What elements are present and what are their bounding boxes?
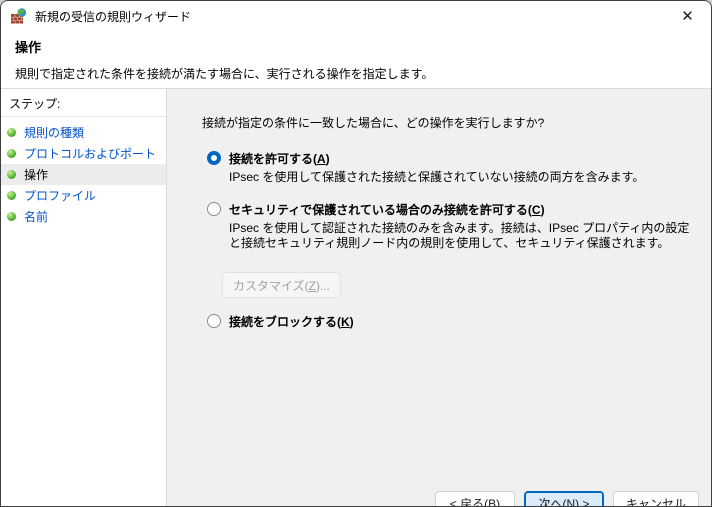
access-key: A — [317, 152, 326, 166]
access-key: K — [341, 315, 350, 329]
wizard-footer: < 戻る(B) 次へ(N) > キャンセル — [435, 491, 699, 507]
label-text: カスタマイズ( — [233, 279, 309, 293]
back-button[interactable]: < 戻る(B) — [435, 491, 515, 507]
label-text: ) — [326, 152, 330, 166]
step-label: 操作 — [24, 166, 48, 183]
step-bullet-icon — [7, 149, 16, 158]
label-text: < 戻る( — [450, 497, 488, 507]
question-text: 接続が指定の条件に一致した場合に、どの操作を実行しますか? — [202, 114, 691, 131]
label-text: 接続を許可する( — [229, 152, 317, 166]
option-label[interactable]: 接続をブロックする(K) — [229, 313, 354, 330]
label-text: ) > — [575, 497, 589, 507]
access-key: Z — [309, 279, 316, 293]
steps-sidebar: ステップ: 規則の種類 プロトコルおよびポート 操作 プロファイル — [1, 89, 167, 506]
step-label: 規則の種類 — [24, 124, 84, 141]
firewall-icon — [11, 8, 27, 24]
step-bullet-icon — [7, 191, 16, 200]
sidebar-item-protocol-and-ports[interactable]: プロトコルおよびポート — [1, 143, 166, 164]
sidebar-item-rule-type[interactable]: 規則の種類 — [1, 122, 166, 143]
label-text: 次へ( — [538, 497, 566, 507]
customize-button[interactable]: カスタマイズ(Z)... — [222, 272, 341, 298]
step-bullet-icon — [7, 170, 16, 179]
label-text: セキュリティで保護されている場合のみ接続を許可する( — [229, 203, 532, 217]
radio-block-connection[interactable] — [207, 314, 221, 328]
option-label[interactable]: セキュリティで保護されている場合のみ接続を許可する(C) — [229, 201, 691, 218]
sidebar-item-name[interactable]: 名前 — [1, 206, 166, 227]
option-block-connection: 接続をブロックする(K) — [207, 313, 691, 330]
step-label: プロファイル — [24, 187, 96, 204]
page-title: 操作 — [15, 37, 697, 56]
label-text: キャンセル — [626, 497, 686, 507]
access-key: B — [488, 497, 496, 507]
option-label[interactable]: 接続を許可する(A) — [229, 150, 644, 167]
step-label: プロトコルおよびポート — [24, 145, 156, 162]
access-key: N — [566, 497, 575, 507]
cancel-button[interactable]: キャンセル — [613, 491, 699, 507]
step-bullet-icon — [7, 128, 16, 137]
radio-allow-connection[interactable] — [207, 151, 221, 165]
label-text: ) — [541, 203, 545, 217]
label-text: )... — [316, 279, 330, 293]
titlebar: 新規の受信の規則ウィザード ✕ — [1, 1, 711, 31]
sidebar-item-action[interactable]: 操作 — [1, 164, 166, 185]
option-texts: 接続を許可する(A) IPsec を使用して保護された接続と保護されていない接続… — [229, 150, 644, 185]
step-label: 名前 — [24, 208, 48, 225]
page-header: 操作 規則で指定された条件を接続が満たす場合に、実行される操作を指定します。 — [1, 31, 711, 89]
access-key: C — [532, 203, 541, 217]
wizard-window: 新規の受信の規則ウィザード ✕ 操作 規則で指定された条件を接続が満たす場合に、… — [0, 0, 712, 507]
steps-list: 規則の種類 プロトコルおよびポート 操作 プロファイル 名前 — [1, 122, 166, 227]
option-description: IPsec を使用して保護された接続と保護されていない接続の両方を含みます。 — [229, 170, 644, 185]
next-button[interactable]: 次へ(N) > — [524, 491, 604, 507]
sidebar-item-profile[interactable]: プロファイル — [1, 185, 166, 206]
step-bullet-icon — [7, 212, 16, 221]
page-description: 規則で指定された条件を接続が満たす場合に、実行される操作を指定します。 — [15, 65, 697, 82]
window-title: 新規の受信の規則ウィザード — [35, 8, 191, 25]
label-text: ) — [350, 315, 354, 329]
label-text: 接続をブロックする( — [229, 315, 341, 329]
action-page-content: 接続が指定の条件に一致した場合に、どの操作を実行しますか? 接続を許可する(A)… — [167, 89, 711, 506]
option-allow-connection: 接続を許可する(A) IPsec を使用して保護された接続と保護されていない接続… — [207, 150, 691, 185]
close-button[interactable]: ✕ — [665, 2, 710, 31]
wizard-body: ステップ: 規則の種類 プロトコルおよびポート 操作 プロファイル — [1, 89, 711, 506]
radio-allow-if-secure[interactable] — [207, 202, 221, 216]
steps-heading: ステップ: — [1, 89, 166, 117]
label-text: ) — [496, 497, 500, 507]
option-description: IPsec を使用して認証された接続のみを含みます。接続は、IPsec プロパテ… — [229, 221, 691, 251]
option-allow-if-secure: セキュリティで保護されている場合のみ接続を許可する(C) IPsec を使用して… — [207, 201, 691, 251]
close-icon: ✕ — [681, 8, 694, 25]
option-texts: 接続をブロックする(K) — [229, 313, 354, 330]
option-texts: セキュリティで保護されている場合のみ接続を許可する(C) IPsec を使用して… — [229, 201, 691, 251]
